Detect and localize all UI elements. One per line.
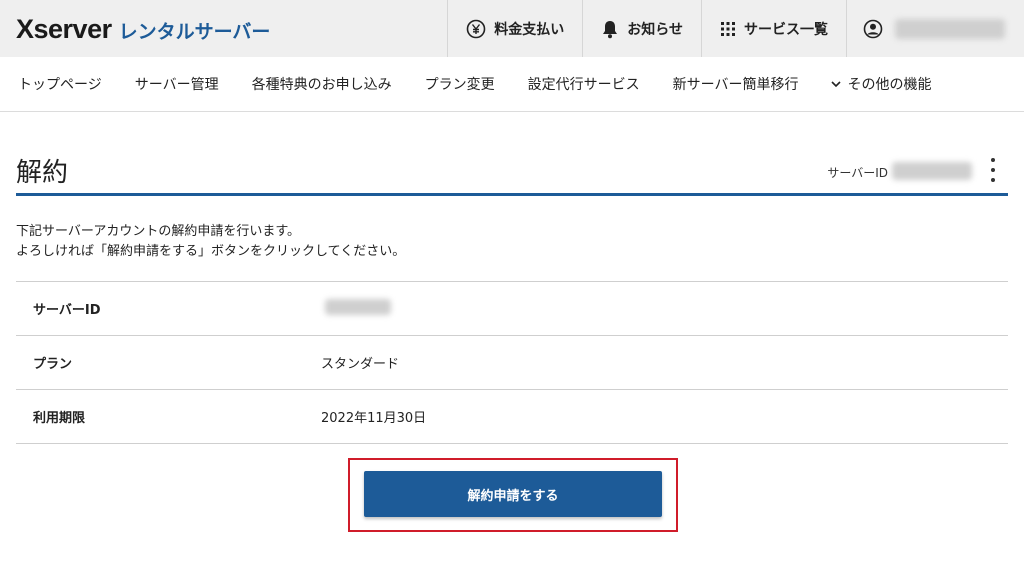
nav-setup-service[interactable]: 設定代行サービス bbox=[528, 74, 640, 94]
server-id-redacted bbox=[892, 162, 972, 180]
page-header: 解約 サーバーID bbox=[16, 146, 1008, 196]
nav-more-menu[interactable]: その他の機能 bbox=[831, 74, 931, 94]
row-label-server-id: サーバーID bbox=[33, 303, 101, 318]
services-button[interactable]: サービス一覧 bbox=[701, 0, 846, 57]
cancel-request-button[interactable]: 解約申請をする bbox=[364, 471, 662, 517]
bell-icon bbox=[603, 20, 618, 38]
yen-icon bbox=[466, 19, 486, 38]
table-row: プラン スタンダード bbox=[16, 336, 1008, 390]
account-info-table: サーバーID プラン スタンダード 利用期限 2022年11月30日 bbox=[16, 281, 1008, 444]
logo-sub: レンタルサーバー bbox=[118, 21, 271, 43]
nav-top[interactable]: トップページ bbox=[18, 74, 102, 94]
user-menu[interactable] bbox=[846, 0, 1024, 57]
description-line-2: よろしければ「解約申請をする」ボタンをクリックしてください。 bbox=[16, 244, 406, 259]
server-id-value-redacted bbox=[325, 298, 391, 315]
services-label: サービス一覧 bbox=[744, 21, 828, 38]
payment-label: 料金支払い bbox=[494, 21, 565, 38]
server-id-label: サーバーID bbox=[827, 166, 888, 180]
grid-icon bbox=[721, 21, 735, 36]
row-value-plan: スタンダード bbox=[321, 357, 400, 372]
chevron-down-icon bbox=[831, 80, 842, 87]
notifications-button[interactable]: お知らせ bbox=[582, 0, 701, 57]
nav-migration[interactable]: 新サーバー簡単移行 bbox=[673, 74, 799, 94]
description-line-1: 下記サーバーアカウントの解約申請を行います。 bbox=[16, 224, 301, 239]
logo[interactable]: Xserver レンタルサーバー bbox=[16, 14, 270, 45]
kebab-menu-icon[interactable] bbox=[988, 158, 998, 182]
row-label-expiry: 利用期限 bbox=[33, 411, 86, 426]
main-nav: トップページ サーバー管理 各種特典のお申し込み プラン変更 設定代行サービス … bbox=[0, 57, 1024, 112]
row-label-plan: プラン bbox=[33, 357, 73, 372]
nav-more-label: その他の機能 bbox=[847, 77, 932, 93]
table-row: サーバーID bbox=[16, 282, 1008, 336]
top-bar: Xserver レンタルサーバー 料金支払い お知らせ サービス一覧 bbox=[0, 0, 1024, 57]
header-actions: 料金支払い お知らせ サービス一覧 bbox=[447, 0, 1024, 57]
payment-button[interactable]: 料金支払い bbox=[447, 0, 582, 57]
user-icon bbox=[863, 19, 883, 38]
user-name-redacted bbox=[895, 18, 1005, 39]
notifications-label: お知らせ bbox=[627, 21, 683, 38]
description: 下記サーバーアカウントの解約申請を行います。 よろしければ「解約申請をする」ボタ… bbox=[16, 222, 405, 262]
page-title: 解約 bbox=[16, 158, 69, 188]
nav-plan-change[interactable]: プラン変更 bbox=[425, 74, 495, 94]
row-value-expiry: 2022年11月30日 bbox=[321, 411, 427, 426]
row-value-server-id bbox=[306, 298, 391, 319]
nav-benefits[interactable]: 各種特典のお申し込み bbox=[252, 74, 392, 94]
nav-server-management[interactable]: サーバー管理 bbox=[135, 74, 219, 94]
logo-main: Xserver bbox=[16, 14, 112, 44]
table-row: 利用期限 2022年11月30日 bbox=[16, 390, 1008, 444]
